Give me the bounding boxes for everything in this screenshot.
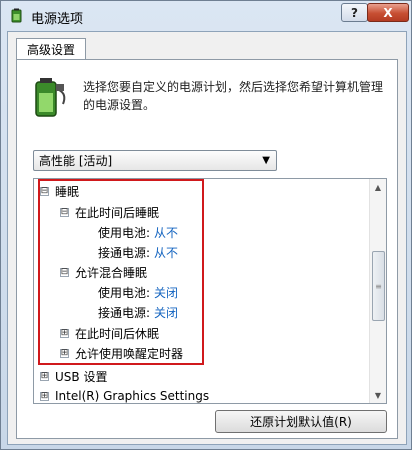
restore-plan-defaults-button[interactable]: 还原计划默认值(R) [215, 410, 387, 433]
tree-item-usb-settings[interactable]: ⊞ USB 设置 [40, 367, 107, 385]
tree-item-sleep-after-plugged[interactable]: 接通电源: 从不 [98, 243, 178, 261]
tree-item-label: 接通电源: [98, 245, 151, 260]
tree-item-value[interactable]: 从不 [154, 224, 178, 241]
help-button[interactable]: ? [341, 3, 368, 22]
scroll-thumb[interactable]: ≡ [372, 251, 385, 321]
tree-item-label: USB 设置 [55, 369, 108, 384]
tree-item-sleep[interactable]: ⊟ 睡眠 [40, 182, 79, 200]
battery-plug-icon [35, 78, 66, 117]
tree-item-label: 在此时间后睡眠 [75, 205, 160, 220]
tree-item-label: 接通电源: [98, 305, 151, 320]
window-title: 电源选项 [31, 12, 84, 27]
tree-item-label: 允许混合睡眠 [75, 265, 148, 280]
expand-icon[interactable]: ⊞ [60, 328, 69, 338]
tree-item-wake-timers[interactable]: ⊞ 允许使用唤醒定时器 [60, 344, 183, 362]
tree-item-value[interactable]: 关闭 [154, 304, 178, 321]
expand-icon[interactable]: ⊞ [40, 371, 49, 381]
tree-item-label: 在此时间后休眠 [75, 326, 160, 341]
collapse-icon[interactable]: ⊟ [60, 207, 69, 217]
power-plan-select[interactable]: 高性能 [活动] ▼ [33, 150, 277, 171]
tree-item-sleep-after-battery[interactable]: 使用电池: 从不 [98, 223, 178, 241]
tab-advanced-settings[interactable]: 高级设置 [16, 38, 87, 60]
chevron-down-icon[interactable]: ▼ [262, 155, 270, 166]
close-button[interactable]: X [367, 3, 409, 22]
expand-icon[interactable]: ⊞ [40, 391, 49, 401]
power-plan-value: 高性能 [活动] [39, 154, 113, 168]
tree-item-value[interactable]: 从不 [154, 244, 178, 261]
scroll-up-icon[interactable]: ▲ [370, 179, 386, 195]
power-options-window: 电源选项 ? X 高级设置 选择您要自定义的电源计划，然后选择您希望计算机管理的… [0, 0, 412, 450]
advanced-settings-panel: 选择您要自定义的电源计划，然后选择您希望计算机管理的电源设置。 高性能 [活动]… [16, 59, 398, 439]
title-bar[interactable]: 电源选项 ? X [1, 1, 411, 31]
tree-item-hybrid-battery[interactable]: 使用电池: 关闭 [98, 283, 178, 301]
dialog-client-area: 高级设置 选择您要自定义的电源计划，然后选择您希望计算机管理的电源设置。 高性能… [7, 31, 407, 445]
plan-description: 选择您要自定义的电源计划，然后选择您希望计算机管理的电源设置。 [83, 80, 384, 112]
settings-tree[interactable]: ⊟ 睡眠 ⊟ 在此时间后睡眠 使用电池: 从不 接通电源: 从不 ⊟ 允许混合睡… [33, 178, 387, 404]
tree-item-label: 使用电池: [98, 225, 151, 240]
tree-item-label: 允许使用唤醒定时器 [75, 346, 184, 361]
vertical-scrollbar[interactable]: ▲ ≡ ▼ [369, 179, 386, 403]
tree-item-hybrid-plugged[interactable]: 接通电源: 关闭 [98, 303, 178, 321]
tree-item-hibernate-after[interactable]: ⊞ 在此时间后休眠 [60, 324, 159, 342]
tree-item-sleep-after[interactable]: ⊟ 在此时间后睡眠 [60, 203, 159, 221]
expand-icon[interactable]: ⊞ [60, 348, 69, 358]
scroll-down-icon[interactable]: ▼ [370, 387, 386, 403]
tree-item-label: 使用电池: [98, 285, 151, 300]
tree-item-label: 睡眠 [55, 184, 80, 199]
power-options-icon [11, 8, 22, 23]
tree-item-hybrid-sleep[interactable]: ⊟ 允许混合睡眠 [60, 263, 147, 281]
tree-item-label: Intel(R) Graphics Settings [55, 389, 210, 403]
tree-item-value[interactable]: 关闭 [154, 284, 178, 301]
collapse-icon[interactable]: ⊟ [60, 267, 69, 277]
tree-item-intel-graphics[interactable]: ⊞ Intel(R) Graphics Settings [40, 387, 210, 403]
collapse-icon[interactable]: ⊟ [40, 186, 49, 196]
